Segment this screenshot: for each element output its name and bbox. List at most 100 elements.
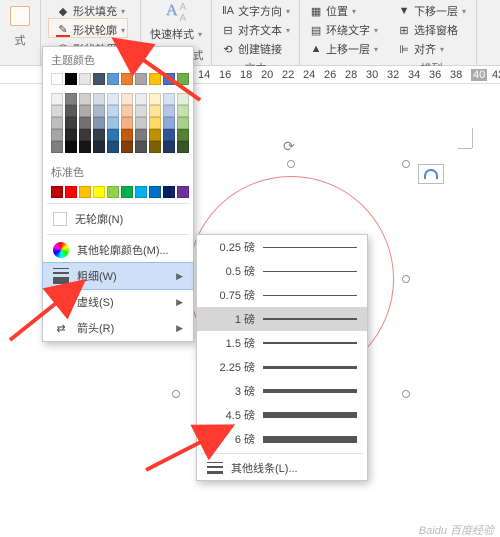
rotate-handle[interactable]: ⟳	[283, 138, 299, 154]
color-swatch[interactable]	[177, 129, 189, 141]
color-swatch[interactable]	[135, 93, 147, 105]
color-swatch[interactable]	[163, 117, 175, 129]
color-swatch[interactable]	[107, 117, 119, 129]
weight-option[interactable]: 0.25 磅	[197, 235, 367, 259]
weight-option[interactable]: 6 磅	[197, 427, 367, 451]
wordart-a-icon[interactable]: A	[166, 2, 178, 24]
color-swatch[interactable]	[149, 93, 161, 105]
color-swatch[interactable]	[65, 186, 77, 198]
color-swatch[interactable]	[177, 105, 189, 117]
color-swatch[interactable]	[149, 129, 161, 141]
color-swatch[interactable]	[163, 186, 175, 198]
color-swatch[interactable]	[163, 141, 175, 153]
color-swatch[interactable]	[149, 117, 161, 129]
resize-handle[interactable]	[402, 390, 410, 398]
weight-item[interactable]: 粗细(W) ▶	[42, 262, 194, 290]
weight-option[interactable]: 0.75 磅	[197, 283, 367, 307]
color-swatch[interactable]	[177, 93, 189, 105]
color-swatch[interactable]	[65, 105, 77, 117]
color-swatch[interactable]	[149, 186, 161, 198]
color-swatch[interactable]	[51, 186, 63, 198]
color-swatch[interactable]	[79, 105, 91, 117]
weight-option[interactable]: 3 磅	[197, 379, 367, 403]
resize-handle[interactable]	[172, 390, 180, 398]
color-swatch[interactable]	[107, 141, 119, 153]
color-swatch[interactable]	[107, 73, 119, 85]
color-swatch[interactable]	[65, 141, 77, 153]
resize-handle[interactable]	[402, 275, 410, 283]
color-swatch[interactable]	[93, 93, 105, 105]
color-swatch[interactable]	[163, 73, 175, 85]
color-swatch[interactable]	[135, 117, 147, 129]
more-colors-item[interactable]: 其他轮廓颜色(M)...	[43, 237, 193, 263]
color-swatch[interactable]	[79, 141, 91, 153]
weight-option[interactable]: 4.5 磅	[197, 403, 367, 427]
color-swatch[interactable]	[93, 117, 105, 129]
create-link-button[interactable]: ⟲创建链接	[218, 40, 293, 58]
send-backward-button[interactable]: ▼下移一层▾	[394, 2, 469, 20]
color-swatch[interactable]	[79, 93, 91, 105]
shape-style-thumb[interactable]	[10, 6, 30, 26]
color-swatch[interactable]	[121, 129, 133, 141]
color-swatch[interactable]	[163, 105, 175, 117]
shape-outline-button[interactable]: ✎ 形状轮廓 ▾	[53, 21, 128, 39]
color-swatch[interactable]	[93, 129, 105, 141]
color-swatch[interactable]	[79, 129, 91, 141]
color-swatch[interactable]	[107, 105, 119, 117]
dashes-item[interactable]: 虚线(S) ▶	[43, 289, 193, 315]
color-swatch[interactable]	[135, 105, 147, 117]
color-swatch[interactable]	[177, 141, 189, 153]
color-swatch[interactable]	[135, 186, 147, 198]
color-swatch[interactable]	[107, 93, 119, 105]
color-swatch[interactable]	[121, 117, 133, 129]
bring-forward-button[interactable]: ▲上移一层▾	[306, 40, 381, 58]
color-swatch[interactable]	[149, 73, 161, 85]
color-swatch[interactable]	[163, 93, 175, 105]
color-swatch[interactable]	[51, 73, 63, 85]
color-swatch[interactable]	[149, 141, 161, 153]
color-swatch[interactable]	[93, 186, 105, 198]
color-swatch[interactable]	[107, 129, 119, 141]
color-swatch[interactable]	[121, 93, 133, 105]
color-swatch[interactable]	[93, 105, 105, 117]
color-swatch[interactable]	[51, 129, 63, 141]
color-swatch[interactable]	[79, 73, 91, 85]
text-fill-icon[interactable]: A	[179, 2, 186, 13]
color-swatch[interactable]	[177, 186, 189, 198]
resize-handle[interactable]	[287, 160, 295, 168]
color-swatch[interactable]	[51, 93, 63, 105]
color-swatch[interactable]	[51, 117, 63, 129]
color-swatch[interactable]	[93, 73, 105, 85]
color-swatch[interactable]	[121, 73, 133, 85]
align-text-button[interactable]: ⊟对齐文本▾	[218, 21, 293, 39]
color-swatch[interactable]	[121, 141, 133, 153]
color-swatch[interactable]	[65, 129, 77, 141]
color-swatch[interactable]	[93, 141, 105, 153]
weight-option[interactable]: 1 磅	[197, 307, 367, 331]
color-swatch[interactable]	[149, 105, 161, 117]
color-swatch[interactable]	[65, 117, 77, 129]
color-swatch[interactable]	[163, 129, 175, 141]
color-swatch[interactable]	[121, 186, 133, 198]
color-swatch[interactable]	[51, 141, 63, 153]
color-swatch[interactable]	[79, 186, 91, 198]
color-swatch[interactable]	[177, 117, 189, 129]
weight-option[interactable]: 2.25 磅	[197, 355, 367, 379]
align-button[interactable]: ⊫对齐▾	[394, 40, 469, 58]
more-lines-item[interactable]: 其他线条(L)...	[197, 456, 367, 480]
color-swatch[interactable]	[65, 73, 77, 85]
wrap-text-button[interactable]: ▤环绕文字▾	[306, 21, 381, 39]
color-swatch[interactable]	[135, 73, 147, 85]
quick-styles-button[interactable]: 快速样式▾	[147, 25, 205, 43]
position-button[interactable]: ▦位置▾	[306, 2, 381, 20]
color-swatch[interactable]	[79, 117, 91, 129]
weight-option[interactable]: 1.5 磅	[197, 331, 367, 355]
no-outline-item[interactable]: 无轮廓(N)	[43, 206, 193, 232]
weight-option[interactable]: 0.5 磅	[197, 259, 367, 283]
color-swatch[interactable]	[135, 129, 147, 141]
text-direction-button[interactable]: ‖A文字方向▾	[218, 2, 293, 20]
layout-options-button[interactable]	[418, 164, 444, 184]
resize-handle[interactable]	[402, 160, 410, 168]
color-swatch[interactable]	[135, 141, 147, 153]
color-swatch[interactable]	[121, 105, 133, 117]
